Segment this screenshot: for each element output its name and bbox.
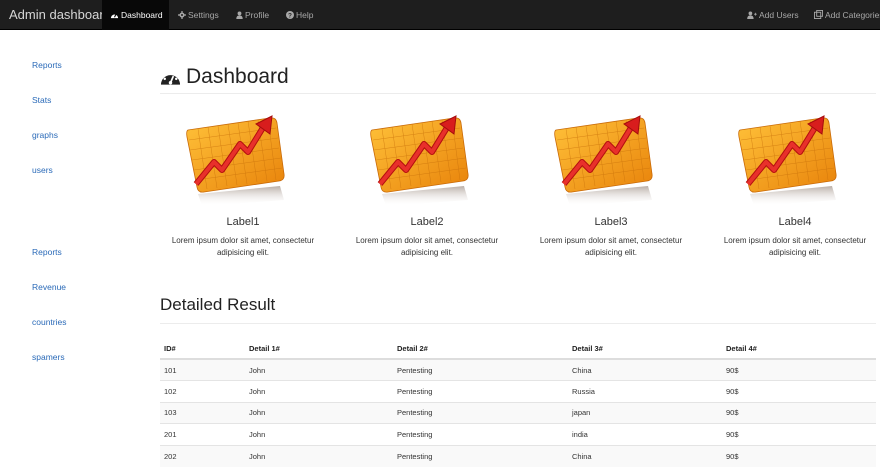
- table-row: 101 John Pentesting China 90$: [160, 358, 876, 381]
- table-cell: 90$: [722, 380, 876, 402]
- table-cell: japan: [568, 401, 722, 424]
- sidebar-item-users[interactable]: users: [32, 165, 53, 175]
- placeholder-label: Label1: [226, 216, 260, 228]
- placeholder-text: Lorem ipsum dolor sit amet, consectetur …: [355, 236, 499, 257]
- sidebar-item-countries[interactable]: countries: [32, 317, 67, 327]
- nav-add-users-label: Add Users: [759, 10, 799, 20]
- table-cell: Pentesting: [393, 358, 568, 381]
- table-cell: Pentesting: [393, 380, 568, 402]
- table-cell: Pentesting: [393, 444, 568, 467]
- chart-growth-icon: [186, 115, 285, 206]
- placeholder-label: Label4: [778, 216, 812, 228]
- add-user-icon: [747, 11, 757, 19]
- sidebar-item-spamers[interactable]: spamers: [32, 352, 65, 362]
- page-title: Dashboard: [186, 65, 289, 88]
- nav-help-label: Help: [296, 10, 314, 20]
- table-cell: 202: [160, 444, 245, 467]
- chart-growth-icon: [738, 115, 837, 206]
- nav-add-users[interactable]: Add Users: [747, 0, 799, 30]
- add-category-icon: [814, 10, 823, 20]
- table-cell: John: [245, 358, 393, 381]
- table-row: 201 John Pentesting india 90$: [160, 423, 876, 445]
- sidebar-item-graphs[interactable]: graphs: [32, 130, 58, 140]
- table-cell: Russia: [568, 380, 722, 402]
- help-icon: ?: [286, 10, 294, 19]
- placeholder-text: Lorem ipsum dolor sit amet, consectetur …: [171, 236, 315, 257]
- detail-table: ID# Detail 1# Detail 2# Detail 3# Detail…: [160, 338, 876, 467]
- page-header: Dashboard: [160, 62, 876, 94]
- table-cell: John: [245, 444, 393, 467]
- chart-growth-icon: [370, 115, 469, 206]
- table-row: 103 John Pentesting japan 90$: [160, 401, 876, 424]
- table-cell: india: [568, 423, 722, 445]
- column-header: Detail 2#: [393, 338, 568, 360]
- table-cell: Pentesting: [393, 423, 568, 445]
- table-cell: 102: [160, 380, 245, 402]
- table-cell: 201: [160, 423, 245, 445]
- dashboard-icon: [160, 70, 181, 85]
- nav-dashboard-label: Dashboard: [121, 10, 163, 20]
- column-header: Detail 3#: [568, 338, 722, 360]
- table-cell: Pentesting: [393, 401, 568, 424]
- column-header: Detail 1#: [245, 338, 393, 360]
- placeholder-label: Label2: [410, 216, 444, 228]
- table-cell: 103: [160, 401, 245, 424]
- chart-growth-icon: [554, 115, 653, 206]
- placeholder-text: Lorem ipsum dolor sit amet, consectetur …: [539, 236, 683, 257]
- table-cell: 90$: [722, 358, 876, 381]
- sidebar-item-revenue[interactable]: Revenue: [32, 282, 66, 292]
- table-cell: 101: [160, 358, 245, 381]
- table-row: 102 John Pentesting Russia 90$: [160, 380, 876, 402]
- table-cell: John: [245, 401, 393, 424]
- brand-title[interactable]: Admin dashboard: [9, 7, 111, 22]
- table-cell: 90$: [722, 423, 876, 445]
- nav-profile[interactable]: Profile: [236, 0, 269, 30]
- user-icon: [236, 11, 243, 19]
- gear-icon: [178, 10, 186, 19]
- sidebar-item-reports-2[interactable]: Reports: [32, 247, 62, 257]
- table-row: 202 John Pentesting China 90$: [160, 444, 876, 467]
- table-cell: China: [568, 358, 722, 381]
- placeholder-label: Label3: [594, 216, 628, 228]
- table-cell: 90$: [722, 444, 876, 467]
- table-cell: China: [568, 444, 722, 467]
- column-header: ID#: [160, 338, 245, 360]
- detail-title: Detailed Result: [160, 295, 276, 314]
- svg-text:?: ?: [288, 12, 292, 19]
- table-cell: 90$: [722, 401, 876, 424]
- dashboard-icon: [110, 13, 119, 18]
- sidebar-item-reports[interactable]: Reports: [32, 60, 62, 70]
- nav-profile-label: Profile: [245, 10, 270, 20]
- sidebar-item-stats[interactable]: Stats: [32, 95, 51, 105]
- nav-help[interactable]: ? Help: [286, 0, 313, 30]
- table-header-row: ID# Detail 1# Detail 2# Detail 3# Detail…: [160, 338, 876, 360]
- top-navbar: Admin dashboard Dashboard Settings Profi…: [0, 0, 880, 30]
- nav-add-categories-label: Add Categories: [825, 10, 880, 20]
- placeholder-text: Lorem ipsum dolor sit amet, consectetur …: [723, 236, 867, 257]
- nav-settings-label: Settings: [188, 10, 219, 20]
- nav-settings[interactable]: Settings: [178, 0, 219, 30]
- table-cell: John: [245, 423, 393, 445]
- sub-header: Detailed Result: [160, 294, 876, 324]
- nav-add-categories[interactable]: Add Categories: [814, 0, 880, 30]
- column-header: Detail 4#: [722, 338, 876, 360]
- nav-dashboard[interactable]: Dashboard: [102, 0, 169, 30]
- table-cell: John: [245, 380, 393, 402]
